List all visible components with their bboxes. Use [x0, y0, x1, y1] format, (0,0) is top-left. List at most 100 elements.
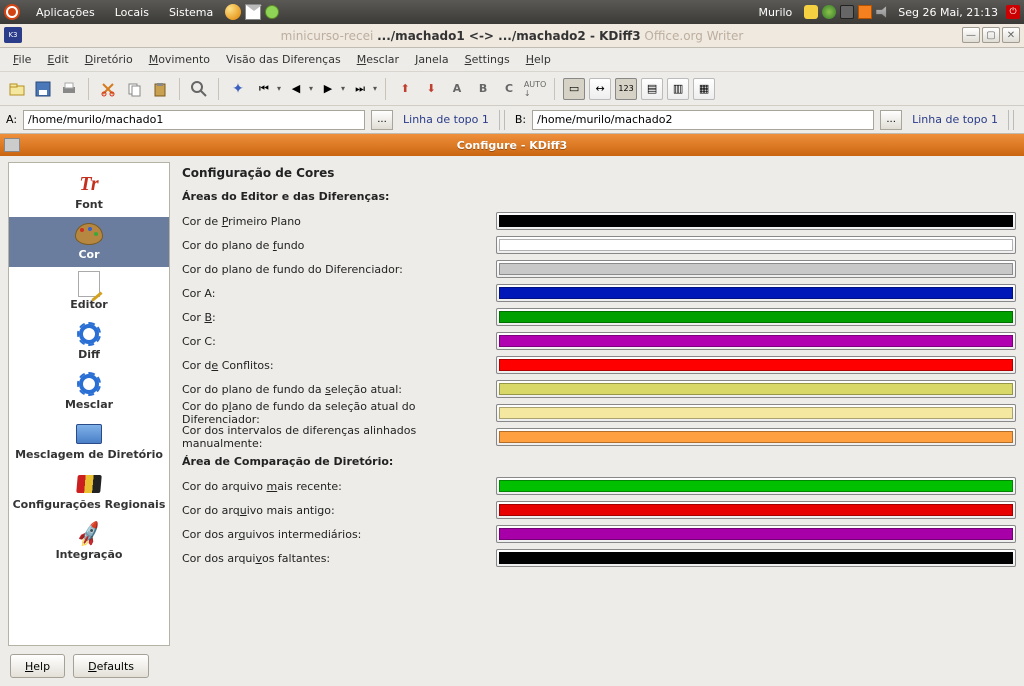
cut-icon[interactable] — [97, 78, 119, 100]
color-row: Cor do plano de fundo — [182, 233, 1016, 257]
close-button[interactable]: ✕ — [1002, 27, 1020, 43]
color-label: Cor do plano de fundo da seleção atual d… — [182, 400, 486, 426]
path-a-input[interactable] — [23, 110, 365, 130]
save-icon[interactable] — [32, 78, 54, 100]
ubuntu-logo-icon[interactable] — [4, 4, 20, 20]
path-b-input[interactable] — [532, 110, 874, 130]
firefox-icon[interactable] — [225, 4, 241, 20]
power-icon[interactable]: ⏻ — [1006, 5, 1020, 19]
dialog-icon — [4, 138, 20, 152]
category-mescdir[interactable]: Mesclagem de Diretório — [9, 417, 169, 467]
toolbar: ✦ ⏮▾ ◀▾ ▶▾ ⏭▾ ⬆ ⬇ A B C AUTO↓ ▭ ↔ 123 ▤ … — [0, 72, 1024, 106]
title-faded-l: minicurso-recei — [281, 29, 374, 43]
category-cor[interactable]: Cor — [9, 217, 169, 267]
tray-icon-2[interactable] — [822, 5, 836, 19]
menu-diretório[interactable]: Diretório — [78, 50, 140, 69]
color-button[interactable] — [496, 404, 1016, 422]
cor-icon — [72, 221, 106, 247]
color-button[interactable] — [496, 501, 1016, 519]
font-icon: Tr — [72, 171, 106, 197]
layout1-icon[interactable]: ▤ — [641, 78, 663, 100]
tray-update-icon[interactable] — [858, 5, 872, 19]
nav-first-icon[interactable]: ⏮ — [253, 78, 275, 100]
category-mesclar[interactable]: Mesclar — [9, 367, 169, 417]
panel-system[interactable]: Sistema — [161, 3, 221, 22]
window-titlebar: K3 minicurso-recei .../machado1 <-> .../… — [0, 24, 1024, 48]
menu-movimento[interactable]: Movimento — [142, 50, 217, 69]
category-integ[interactable]: 🚀Integração — [9, 517, 169, 567]
color-label: Cor dos arquivos faltantes: — [182, 552, 486, 565]
color-button[interactable] — [496, 380, 1016, 398]
category-editor[interactable]: Editor — [9, 267, 169, 317]
nav-next-icon[interactable]: ▶ — [317, 78, 339, 100]
select-b-icon[interactable]: B — [472, 78, 494, 100]
nav-all-icon[interactable]: ✦ — [227, 78, 249, 100]
panel-places[interactable]: Locais — [107, 3, 157, 22]
nav-prev-icon[interactable]: ◀ — [285, 78, 307, 100]
color-button[interactable] — [496, 477, 1016, 495]
minimize-button[interactable]: — — [962, 27, 980, 43]
color-button[interactable] — [496, 236, 1016, 254]
color-button[interactable] — [496, 212, 1016, 230]
tray-disk-icon[interactable] — [840, 5, 854, 19]
color-label: Cor do plano de fundo do Diferenciador: — [182, 263, 486, 276]
browse-b-button[interactable]: ... — [880, 110, 902, 130]
line-numbers-icon[interactable]: 123 — [615, 78, 637, 100]
layout3-icon[interactable]: ▦ — [693, 78, 715, 100]
color-button[interactable] — [496, 525, 1016, 543]
copy-icon[interactable] — [123, 78, 145, 100]
paste-icon[interactable] — [149, 78, 171, 100]
layout2-icon[interactable]: ▥ — [667, 78, 689, 100]
mail-icon[interactable] — [245, 4, 261, 20]
menu-edit[interactable]: Edit — [40, 50, 75, 69]
menu-janela[interactable]: Janela — [408, 50, 456, 69]
category-diff[interactable]: Diff — [9, 317, 169, 367]
view-toggle-icon[interactable]: ↔ — [589, 78, 611, 100]
color-button[interactable] — [496, 284, 1016, 302]
select-c-icon[interactable]: C — [498, 78, 520, 100]
merge-down-icon[interactable]: ⬇ — [420, 78, 442, 100]
color-button[interactable] — [496, 332, 1016, 350]
category-regional[interactable]: Configurações Regionais — [9, 467, 169, 517]
color-row: Cor dos arquivos intermediários: — [182, 522, 1016, 546]
section2-header: Área de Comparação de Diretório: — [182, 455, 1016, 468]
view-split-icon[interactable]: ▭ — [563, 78, 585, 100]
splitter-handle2[interactable] — [1008, 110, 1014, 130]
panel-clock[interactable]: Seg 26 Mai, 21:13 — [894, 3, 1002, 22]
menu-settings[interactable]: Settings — [458, 50, 517, 69]
color-button[interactable] — [496, 260, 1016, 278]
tray-icon-1[interactable] — [804, 5, 818, 19]
category-label: Mesclagem de Diretório — [15, 448, 163, 461]
splitter-handle[interactable] — [499, 110, 505, 130]
select-a-icon[interactable]: A — [446, 78, 468, 100]
find-icon[interactable] — [188, 78, 210, 100]
category-font[interactable]: TrFont — [9, 167, 169, 217]
panel-user[interactable]: Murilo — [750, 3, 800, 22]
a-label: A: — [6, 113, 17, 126]
pidgin-icon[interactable] — [265, 5, 279, 19]
volume-icon[interactable] — [876, 5, 890, 19]
open-icon[interactable] — [6, 78, 28, 100]
color-button[interactable] — [496, 428, 1016, 446]
panel-apps[interactable]: Aplicações — [28, 3, 103, 22]
help-button[interactable]: Help — [10, 654, 65, 678]
color-row: Cor C: — [182, 329, 1016, 353]
merge-up-icon[interactable]: ⬆ — [394, 78, 416, 100]
color-button[interactable] — [496, 549, 1016, 567]
print-icon[interactable] — [58, 78, 80, 100]
browse-a-button[interactable]: ... — [371, 110, 393, 130]
color-button[interactable] — [496, 356, 1016, 374]
category-label: Configurações Regionais — [13, 498, 166, 511]
defaults-button[interactable]: Defaults — [73, 654, 149, 678]
app-icon: K3 — [4, 27, 22, 43]
color-button[interactable] — [496, 308, 1016, 326]
menu-help[interactable]: Help — [519, 50, 558, 69]
menu-file[interactable]: File — [6, 50, 38, 69]
menu-visãodasdiferenças[interactable]: Visão das Diferenças — [219, 50, 348, 69]
color-row: Cor dos arquivos faltantes: — [182, 546, 1016, 570]
auto-icon[interactable]: AUTO↓ — [524, 78, 546, 100]
dialog-title: Configure - KDiff3 — [457, 139, 567, 152]
nav-last-icon[interactable]: ⏭ — [349, 78, 371, 100]
menu-mesclar[interactable]: Mesclar — [350, 50, 406, 69]
maximize-button[interactable]: ▢ — [982, 27, 1000, 43]
